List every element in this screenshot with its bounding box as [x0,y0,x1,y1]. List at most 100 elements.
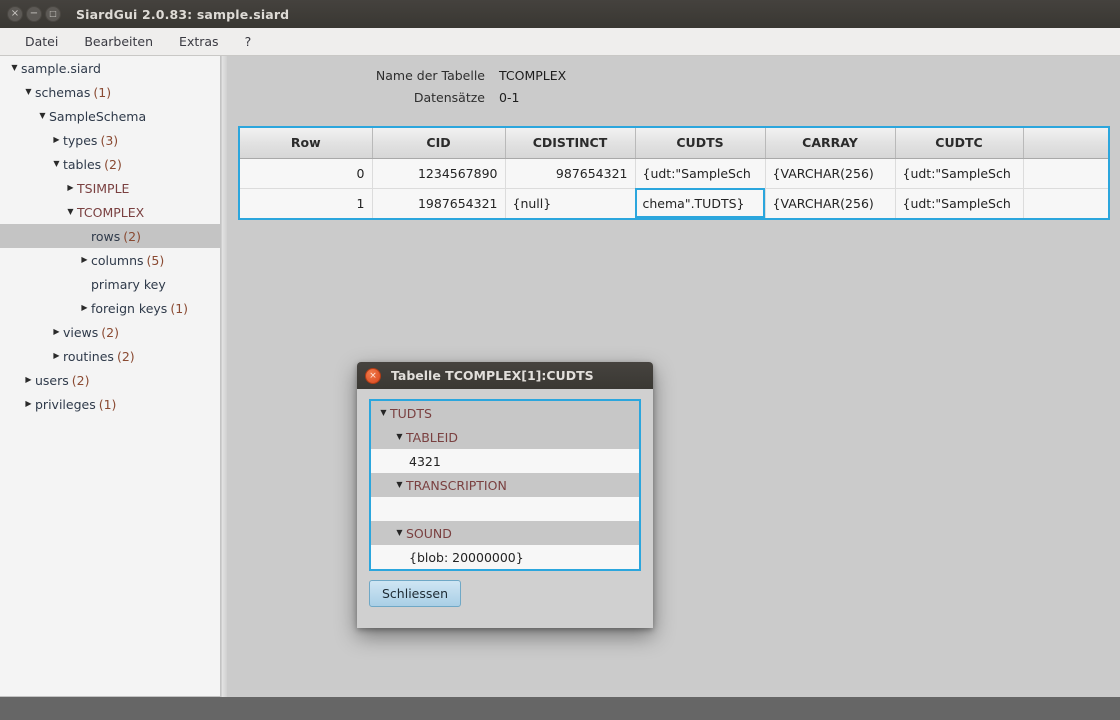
table-cell[interactable]: chema".TUDTS} [635,188,766,218]
sidebar-item-types[interactable]: ▶ types (3) [0,128,220,152]
table-cell[interactable]: {udt:"SampleSch [895,188,1024,218]
sidebar-item-tcomplex[interactable]: ▼ TCOMPLEX [0,200,220,224]
dialog-tree-value: 4321 [371,449,639,473]
dialog-title: Tabelle TCOMPLEX[1]:CUDTS [391,368,594,383]
sidebar-item-count: (3) [100,132,119,148]
table-cell[interactable]: 1987654321 [372,188,506,218]
chevron-down-icon[interactable]: ▼ [8,64,21,72]
window-title: SiardGui 2.0.83: sample.siard [76,6,290,22]
sidebar-item-schemas[interactable]: ▼ schemas (1) [0,80,220,104]
data-table-container[interactable]: Row CID CDISTINCT CUDTS CARRAY CUDTC 0 1234567… [238,126,1110,220]
window-maximize-glyph: □ [49,9,57,18]
sidebar-tree[interactable]: ▼ sample.siard ▼ schemas (1) ▼ SampleSchema ▶ ty… [0,56,221,697]
table-cell[interactable]: 987654321 [505,158,636,189]
table-column-header[interactable]: CID [372,128,506,159]
dialog-tree-node[interactable]: ▼ SOUND [371,521,639,545]
table-cell[interactable]: {udt:"SampleSch [635,158,766,189]
chevron-down-icon[interactable]: ▼ [64,208,77,216]
table-cell[interactable]: {udt:"SampleSch [895,158,1024,189]
sidebar-item-views[interactable]: ▶ views (2) [0,320,220,344]
table-cell[interactable]: {VARCHAR(256) [765,158,896,189]
chevron-right-icon[interactable]: ▶ [22,400,35,408]
chevron-right-icon[interactable]: ▶ [78,304,91,312]
dialog-tree-node[interactable]: ▼ TABLEID [371,425,639,449]
dialog-value-tree[interactable]: ▼ TUDTS ▼ TABLEID 4321 ▼ TRANSCRIPTION ▼ SOUND {b… [369,399,641,571]
table-cell[interactable]: {null} [505,188,636,218]
sidebar-item-count: (1) [93,84,112,100]
window-maximize-icon[interactable]: □ [45,6,61,22]
sidebar-item-count: (2) [101,324,120,340]
window-titlebar: × − □ SiardGui 2.0.83: sample.siard [0,0,1120,28]
sidebar-item-count: (5) [146,252,165,268]
table-row[interactable]: 1 1987654321 {null} chema".TUDTS} {VARCHAR(2… [240,188,1108,218]
sidebar-item-label: views [63,324,99,340]
table-row-index[interactable]: 0 [240,158,373,189]
dialog-close-button[interactable]: Schliessen [369,580,462,607]
table-column-header[interactable] [1023,128,1108,159]
sidebar-item-foreign-keys[interactable]: ▶ foreign keys (1) [0,296,220,320]
dialog-tree-node[interactable]: ▼ TUDTS [371,401,639,425]
sidebar-item-tables[interactable]: ▼ tables (2) [0,152,220,176]
chevron-right-icon[interactable]: ▶ [50,352,63,360]
info-label-records: Datensätze [413,90,485,105]
menubar: Datei Bearbeiten Extras ? [0,28,1120,56]
chevron-right-icon[interactable]: ▶ [78,256,91,264]
chevron-down-icon[interactable]: ▼ [377,409,390,417]
dialog-close-icon[interactable]: × [365,367,381,384]
sidebar-item-label: sample.siard [21,60,101,76]
chevron-down-icon[interactable]: ▼ [393,481,406,489]
cudts-detail-dialog[interactable]: × Tabelle TCOMPLEX[1]:CUDTS ▼ TUDTS ▼ TABLE… [357,362,653,628]
sidebar-item-routines[interactable]: ▶ routines (2) [0,344,220,368]
table-column-header[interactable]: CARRAY [765,128,896,159]
sidebar-item-rows[interactable]: rows (2) [0,224,220,248]
sidebar-item-label: TCOMPLEX [77,204,145,220]
sidebar-item-primary-key[interactable]: primary key [0,272,220,296]
table-column-header[interactable]: Row [240,128,373,159]
table-column-header[interactable]: CUDTS [635,128,766,159]
dialog-body: ▼ TUDTS ▼ TABLEID 4321 ▼ TRANSCRIPTION ▼ SOUND {b… [357,389,653,571]
chevron-down-icon[interactable]: ▼ [50,160,63,168]
table-cell[interactable]: {VARCHAR(256) [765,188,896,218]
menu-item-extras[interactable]: Extras [166,31,232,52]
window-close-icon[interactable]: × [7,6,23,22]
chevron-down-icon[interactable]: ▼ [22,88,35,96]
sidebar-item-columns[interactable]: ▶ columns (5) [0,248,220,272]
dialog-tree-node-label: TUDTS [390,405,432,421]
menu-item-datei[interactable]: Datei [12,31,71,52]
table-column-header[interactable]: CUDTC [895,128,1024,159]
window-minimize-icon[interactable]: − [26,6,42,22]
sidebar-item-label: routines [63,348,114,364]
table-cell[interactable] [1023,188,1108,218]
sidebar-item-sample-siard[interactable]: ▼ sample.siard [0,56,220,80]
table-header-row: Row CID CDISTINCT CUDTS CARRAY CUDTC [240,128,1108,159]
sidebar-item-privileges[interactable]: ▶ privileges (1) [0,392,220,416]
table-row-index[interactable]: 1 [240,188,373,218]
chevron-right-icon[interactable]: ▶ [64,184,77,192]
dialog-tree-node-label: TABLEID [406,429,458,445]
sidebar-item-label: columns [91,252,144,268]
table-column-header[interactable]: CDISTINCT [505,128,636,159]
chevron-right-icon[interactable]: ▶ [50,136,63,144]
table-info: Name der Tabelle TCOMPLEX Datensätze 0-1 [227,56,1120,105]
table-body[interactable]: 0 1234567890 987654321 {udt:"SampleSch {VARC… [240,158,1108,218]
menu-item-help[interactable]: ? [232,31,265,52]
chevron-right-icon[interactable]: ▶ [22,376,35,384]
dialog-tree-node-label: SOUND [406,525,452,541]
chevron-right-icon[interactable]: ▶ [50,328,63,336]
sidebar-item-label: SampleSchema [49,108,147,124]
sidebar-item-users[interactable]: ▶ users (2) [0,368,220,392]
table-cell[interactable] [1023,158,1108,189]
dialog-tree-node[interactable]: ▼ TRANSCRIPTION [371,473,639,497]
chevron-down-icon[interactable]: ▼ [393,433,406,441]
table-row[interactable]: 0 1234567890 987654321 {udt:"SampleSch {VARC… [240,158,1108,189]
data-table[interactable]: Row CID CDISTINCT CUDTS CARRAY CUDTC 0 1234567… [240,128,1108,218]
sidebar-item-sampleschema[interactable]: ▼ SampleSchema [0,104,220,128]
table-cell[interactable]: 1234567890 [372,158,506,189]
dialog-tree-value: {blob: 20000000} [371,545,639,569]
chevron-down-icon[interactable]: ▼ [36,112,49,120]
menu-item-bearbeiten[interactable]: Bearbeiten [71,31,166,52]
sidebar-item-label: primary key [91,276,166,292]
sidebar-item-label: privileges [35,396,96,412]
sidebar-item-tsimple[interactable]: ▶ TSIMPLE [0,176,220,200]
chevron-down-icon[interactable]: ▼ [393,529,406,537]
